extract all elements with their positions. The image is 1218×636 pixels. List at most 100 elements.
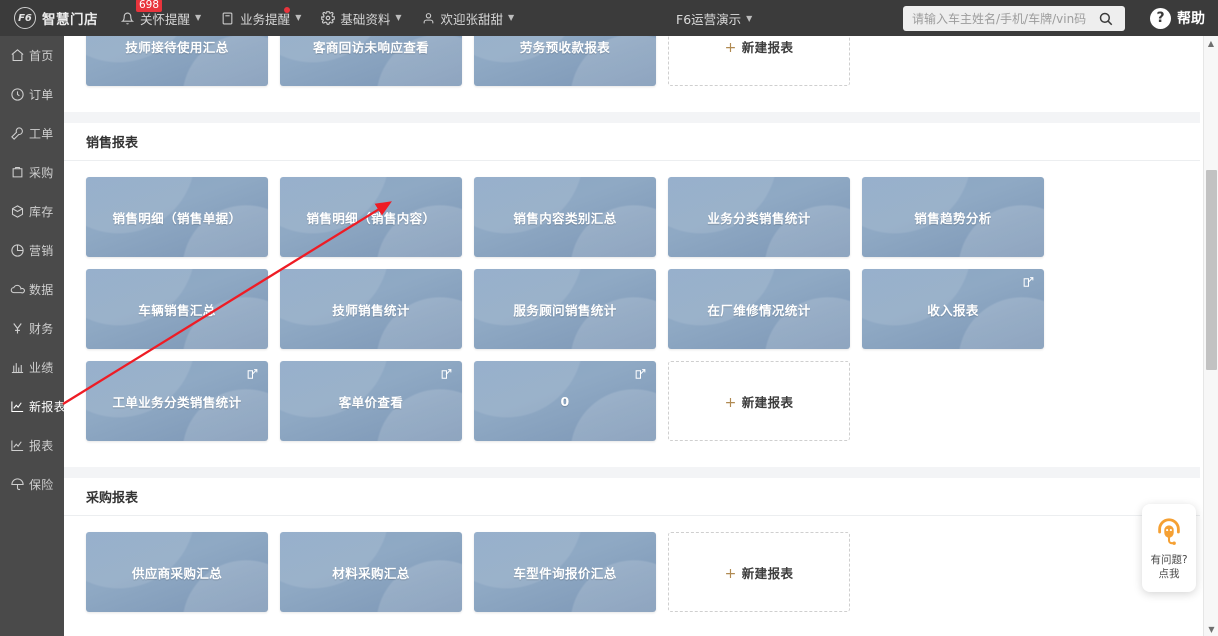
line-chart-icon (9, 438, 25, 454)
sidebar-item-7[interactable]: 财务 (0, 309, 64, 348)
report-card[interactable]: 销售内容类别汇总 (474, 177, 656, 257)
sidebar-item-11[interactable]: 保险 (0, 465, 64, 504)
new-report-card[interactable]: + 新建报表 (668, 36, 850, 86)
search-icon[interactable] (1098, 11, 1113, 26)
sidebar-item-5[interactable]: 营销 (0, 231, 64, 270)
sidebar-item-4[interactable]: 库存 (0, 192, 64, 231)
menu-item-care-reminder[interactable]: 关怀提醒 ▼ 698 (120, 0, 201, 28)
sidebar-item-0[interactable]: 首页 (0, 36, 64, 75)
report-card-label: 供应商采购汇总 (131, 565, 223, 581)
menu-item-basic-data[interactable]: 基础资料 ▼ (320, 9, 402, 28)
report-card[interactable]: 客单价查看 (280, 361, 462, 441)
scroll-down-arrow-icon[interactable]: ▼ (1204, 622, 1218, 636)
search-input[interactable] (912, 11, 1098, 26)
new-report-card[interactable]: + 新建报表 (668, 361, 850, 441)
sidebar-item-6[interactable]: 数据 (0, 270, 64, 309)
report-card[interactable]: 车辆销售汇总 (86, 269, 268, 349)
report-card-label: 技师接待使用汇总 (125, 39, 229, 55)
headset-agent-icon (1154, 516, 1184, 550)
new-report-text: 新建报表 (741, 394, 794, 410)
sidebar-item-label: 新报表 (29, 400, 66, 414)
report-card[interactable]: 供应商采购汇总 (86, 532, 268, 612)
new-report-label: + 新建报表 (725, 392, 794, 411)
report-card-label: 劳务预收款报表 (519, 39, 611, 55)
menu-label: 业务提醒 (240, 11, 291, 27)
help-button[interactable]: ? 帮助 (1150, 0, 1205, 36)
report-card[interactable]: 服务顾问销售统计 (474, 269, 656, 349)
sidebar-item-10[interactable]: 报表 (0, 426, 64, 465)
menu-item-business-reminder[interactable]: 业务提醒 ▼ (220, 6, 301, 28)
edit-icon[interactable] (440, 368, 453, 381)
customer-service-widget[interactable]: 有问题? 点我 (1142, 504, 1196, 592)
sidebar-item-label: 库存 (29, 205, 54, 219)
report-card[interactable]: 销售明细（销售单据） (86, 177, 268, 257)
tenant-selector[interactable]: F6运营演示 ▼ (676, 0, 752, 36)
report-card[interactable]: 材料采购汇总 (280, 532, 462, 612)
new-report-text: 新建报表 (741, 565, 794, 581)
report-card[interactable]: 销售趋势分析 (862, 177, 1044, 257)
sidebar-item-label: 报表 (29, 439, 54, 453)
report-card-label: 销售明细（销售内容） (306, 210, 436, 226)
report-card[interactable]: 业务分类销售统计 (668, 177, 850, 257)
box-icon (9, 204, 25, 220)
report-card[interactable]: 在厂维修情况统计 (668, 269, 850, 349)
sidebar-item-9[interactable]: 新报表 (0, 387, 66, 426)
report-section: 采购报表 供应商采购汇总 材料采购汇总 车型件询报价汇总 + 新建报表 (64, 478, 1200, 636)
vertical-scrollbar[interactable]: ▲ ▼ (1203, 36, 1218, 636)
sidebar-item-3[interactable]: 采购 (0, 153, 64, 192)
tenant-name: F6运营演示 (676, 11, 742, 27)
brand-name: 智慧门店 (42, 12, 98, 28)
cart-icon (9, 165, 25, 181)
bar-chart-icon (9, 360, 25, 376)
report-card-label: 收入报表 (927, 302, 979, 318)
sidebar-item-2[interactable]: 工单 (0, 114, 64, 153)
edit-icon[interactable] (1022, 276, 1035, 289)
sidebar-item-label: 数据 (29, 283, 54, 297)
edit-icon[interactable] (634, 368, 647, 381)
notification-dot (284, 6, 291, 13)
report-card[interactable]: 技师销售统计 (280, 269, 462, 349)
scroll-up-arrow-icon[interactable]: ▲ (1204, 36, 1218, 50)
wrench-icon (9, 126, 25, 142)
new-report-card[interactable]: + 新建报表 (668, 532, 850, 612)
global-search[interactable] (903, 6, 1125, 31)
user-icon (421, 11, 436, 26)
menu-item-user-account[interactable]: 欢迎张甜甜 ▼ (421, 9, 514, 28)
report-card[interactable]: 客商回访未响应查看 (280, 36, 462, 86)
home-icon (9, 48, 25, 64)
chevron-down-icon: ▼ (395, 13, 402, 22)
yuan-icon (9, 321, 25, 337)
report-card[interactable]: 销售明细（销售内容） (280, 177, 462, 257)
plus-icon: + (724, 39, 737, 56)
report-card[interactable]: 收入报表 (862, 269, 1044, 349)
report-card-label: 服务顾问销售统计 (513, 302, 617, 318)
document-icon (220, 11, 235, 26)
brand[interactable]: F6 智慧门店 (14, 7, 98, 29)
edit-icon[interactable] (246, 368, 259, 381)
widget-line-1: 有问题? (1150, 553, 1188, 566)
widget-line-2: 点我 (1158, 567, 1180, 580)
gear-icon (320, 11, 335, 26)
report-card-label: 在厂维修情况统计 (707, 302, 811, 318)
pie-chart-icon (9, 243, 25, 259)
report-card-label: 客商回访未响应查看 (312, 39, 430, 55)
sidebar-item-1[interactable]: 订单 (0, 75, 64, 114)
sidebar-item-label: 采购 (29, 166, 54, 180)
report-section: 技师接待使用汇总 客商回访未响应查看 劳务预收款报表 + 新建报表 (64, 36, 1200, 112)
report-card[interactable]: 工单业务分类销售统计 (86, 361, 268, 441)
report-card[interactable]: 车型件询报价汇总 (474, 532, 656, 612)
report-card[interactable]: 技师接待使用汇总 (86, 36, 268, 86)
sidebar-item-8[interactable]: 业绩 (0, 348, 64, 387)
new-report-label: + 新建报表 (725, 37, 794, 56)
report-card[interactable]: 0 (474, 361, 656, 441)
new-report-text: 新建报表 (741, 39, 794, 55)
sidebar-item-label: 营销 (29, 244, 54, 258)
notification-badge: 698 (136, 0, 163, 12)
plus-icon: + (724, 394, 737, 411)
scrollbar-thumb[interactable] (1206, 170, 1217, 370)
report-card[interactable]: 劳务预收款报表 (474, 36, 656, 86)
report-card-grid: 技师接待使用汇总 客商回访未响应查看 劳务预收款报表 + 新建报表 (64, 36, 1200, 112)
menu-label: 基础资料 (340, 11, 391, 27)
report-card-grid: 供应商采购汇总 材料采购汇总 车型件询报价汇总 + 新建报表 (64, 516, 1200, 636)
report-card-label: 车型件询报价汇总 (513, 565, 617, 581)
